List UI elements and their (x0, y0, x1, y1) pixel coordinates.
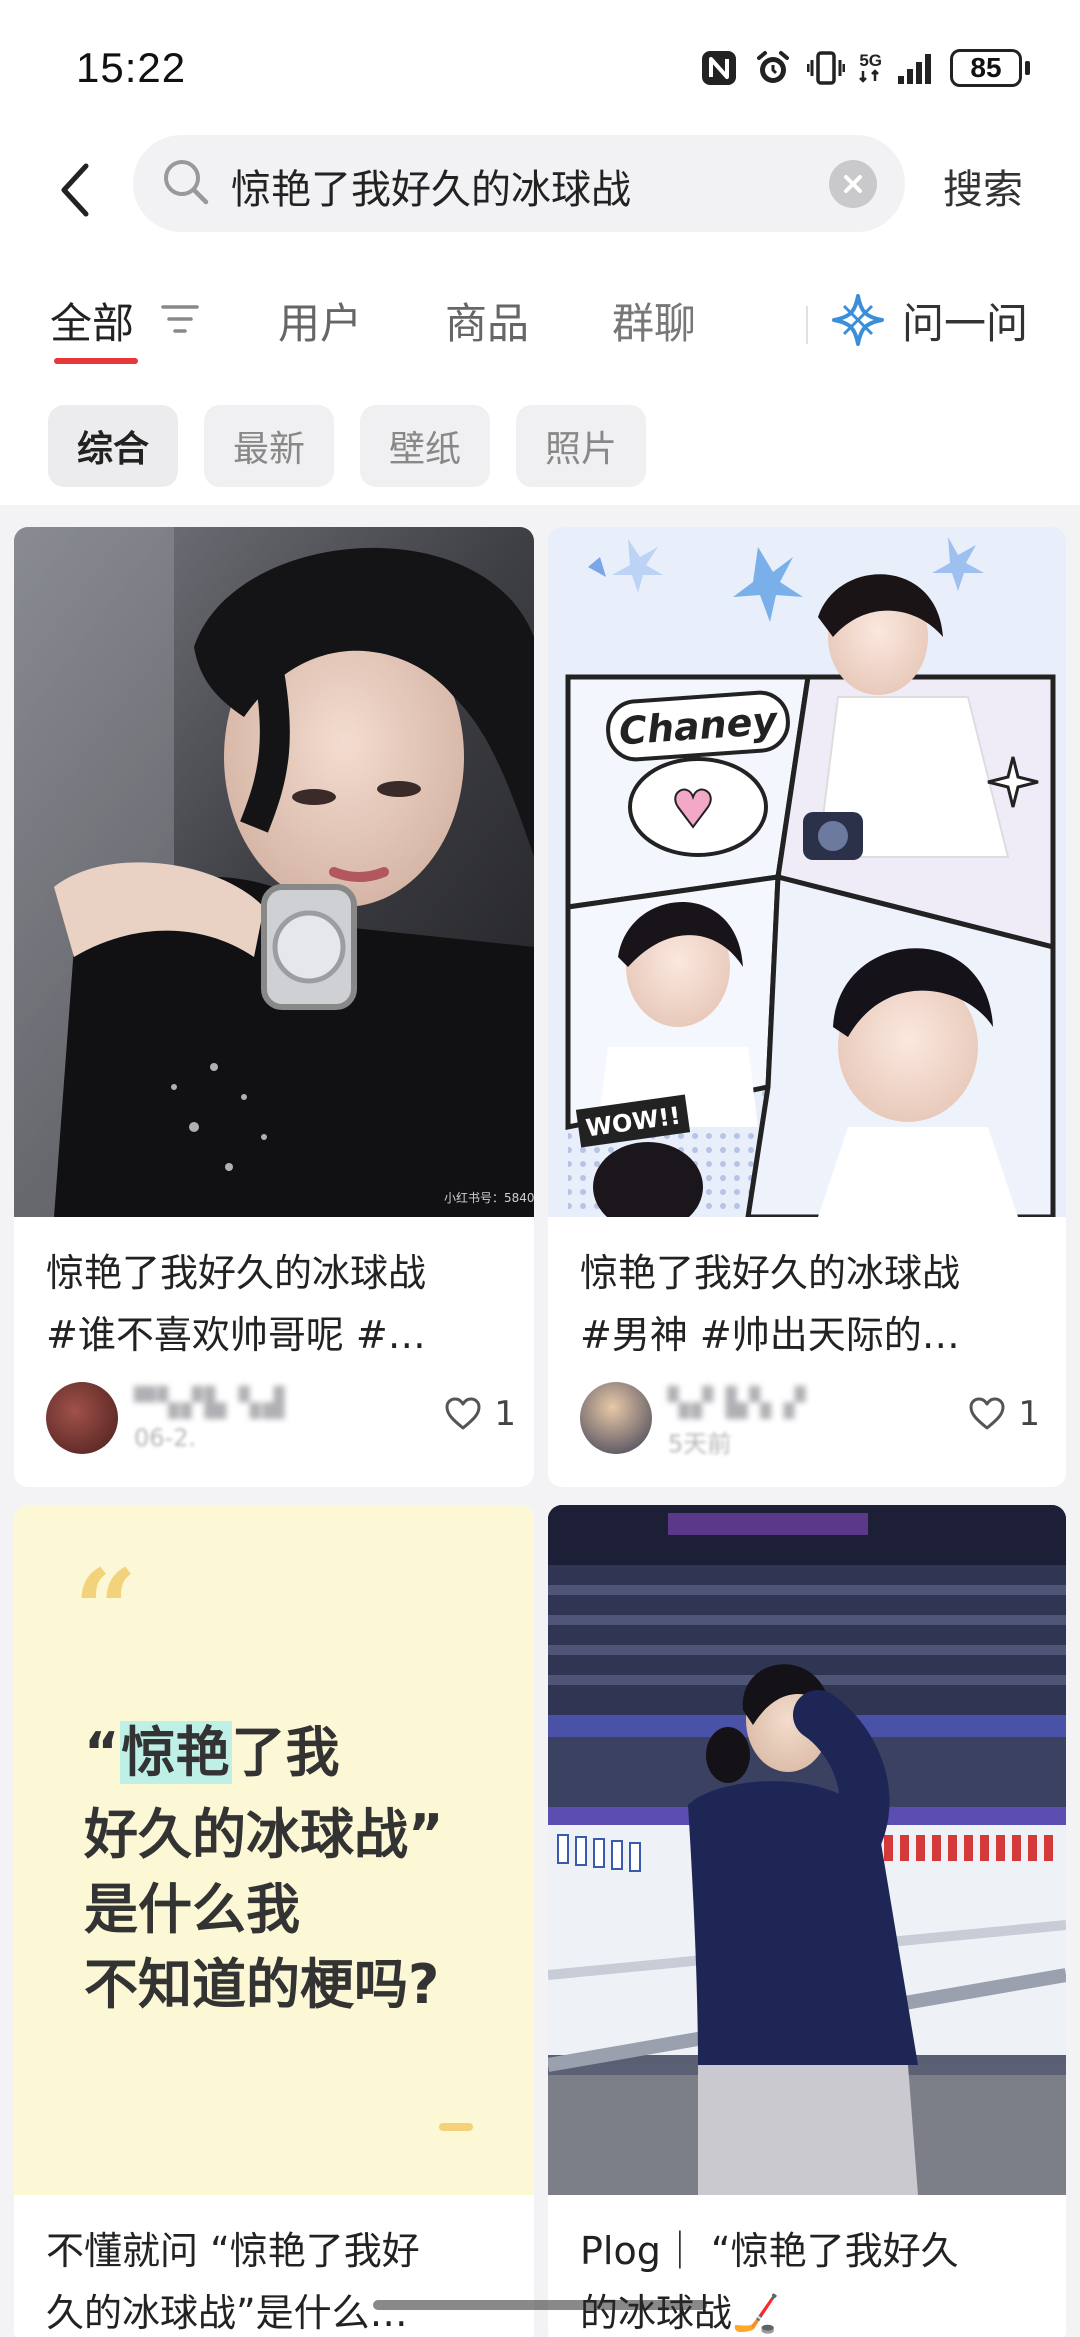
ask-button[interactable]: 问一问 (902, 290, 1028, 351)
author-row[interactable]: ▀▚▞▙ ▚▟ 06-2. 1 (46, 1382, 516, 1462)
home-indicator[interactable] (373, 2300, 707, 2310)
chip-latest[interactable]: 最新 (204, 405, 334, 487)
back-button[interactable] (50, 155, 100, 225)
decor-dash (439, 2123, 473, 2131)
card-title-line1: 惊艳了我好久的冰球战 (46, 1251, 427, 1295)
heart-icon (445, 1397, 481, 1430)
result-card[interactable]: “ “惊艳了我 好久的冰球战” 是什么我 不知道的梗吗? 不懂就问 “惊艳了我好… (14, 1505, 534, 2337)
clear-icon[interactable] (829, 160, 877, 208)
image-watermark: 小红书号：5840257 (444, 1190, 534, 1205)
quote-mark: “ (74, 1545, 138, 1674)
quote-line3: 是什么我 (84, 1878, 300, 1941)
avatar[interactable] (46, 1382, 118, 1454)
status-bar: 15:22 5G 85 (0, 0, 1080, 135)
status-time: 15:22 (76, 44, 187, 91)
results-feed: 小红书号：5840257 惊艳了我好久的冰球战 #谁不喜欢帅哥呢 #… ▀▚▞▙… (0, 505, 1080, 2337)
like-count: 1 (1018, 1394, 1040, 1434)
search-icon (161, 157, 211, 211)
result-card[interactable]: 小红书号：5840257 惊艳了我好久的冰球战 #谁不喜欢帅哥呢 #… ▀▚▞▙… (14, 527, 534, 1487)
author-time: 5天前 (668, 1430, 732, 1458)
author-row[interactable]: ▚▞ ▙▚ ▞ 5天前 1 (580, 1382, 1040, 1462)
card-title-line1: 不懂就问 “惊艳了我好 (46, 2229, 420, 2273)
avatar[interactable] (580, 1382, 652, 1454)
card-title-line1: Plog｜ “惊艳了我好久 (580, 2229, 959, 2273)
sparkle-icon[interactable] (830, 292, 886, 352)
nfc-icon (699, 48, 739, 88)
vibrate-icon (807, 48, 846, 88)
card-image[interactable]: Chaney WOW!! (548, 527, 1066, 1217)
alarm-icon (753, 48, 793, 88)
card-title-line1: 惊艳了我好久的冰球战 (580, 1251, 961, 1295)
tab-users[interactable]: 用户 (278, 290, 362, 351)
network-type: 5G (859, 52, 882, 83)
author-name[interactable]: ▀▚▞▙ ▚▟ (134, 1386, 286, 1419)
chip-wallpaper[interactable]: 壁纸 (360, 405, 490, 487)
battery-level: 85 (950, 49, 1022, 87)
card-title-line2: #男神 #帅出天际的… (580, 1313, 960, 1357)
heart-icon (969, 1397, 1005, 1430)
search-input[interactable]: 惊艳了我好久的冰球战 (133, 135, 905, 232)
active-tab-indicator (54, 358, 138, 364)
result-card[interactable]: Chaney WOW!! 惊艳了我好久的冰球战 #男神 #帅出天际的… ▚▞ ▙… (548, 527, 1066, 1487)
card-title-line2: #谁不喜欢帅哥呢 #… (46, 1313, 426, 1357)
quote-line1: “惊艳了我 (84, 1721, 340, 1784)
quote-line2: 好久的冰球战” (84, 1803, 444, 1866)
like-count: 1 (494, 1394, 516, 1434)
quote-highlight: 惊艳 (119, 1721, 232, 1784)
battery-icon: 85 (950, 49, 1030, 87)
like-button[interactable]: 1 (444, 1394, 516, 1434)
result-card[interactable]: Plog｜ “惊艳了我好久 的冰球战🏒 (548, 1505, 1066, 2337)
tab-products[interactable]: 商品 (445, 290, 529, 351)
tab-all[interactable]: 全部 (50, 290, 134, 351)
search-query[interactable]: 惊艳了我好久的冰球战 (231, 157, 631, 215)
card-image[interactable]: “ “惊艳了我 好久的冰球战” 是什么我 不知道的梗吗? (14, 1505, 534, 2195)
result-tabs: 全部 用户 商品 群聊 问一问 (0, 260, 1080, 385)
author-name[interactable]: ▚▞ ▙▚ ▞ (668, 1386, 807, 1419)
signal-icon (896, 50, 936, 86)
tab-group-chat[interactable]: 群聊 (612, 290, 696, 351)
back-icon (61, 163, 89, 217)
status-icons: 5G 85 (699, 46, 1030, 90)
chip-comprehensive[interactable]: 综合 (48, 405, 178, 487)
like-button[interactable]: 1 (968, 1394, 1040, 1434)
chip-photos[interactable]: 照片 (516, 405, 646, 487)
search-button[interactable]: 搜索 (943, 157, 1023, 215)
card-title-line2: 久的冰球战”是什么… (46, 2291, 408, 2335)
filter-icon[interactable] (160, 302, 200, 340)
author-time: 06-2. (134, 1424, 197, 1452)
search-header: 惊艳了我好久的冰球战 搜索 (0, 135, 1080, 260)
quote-line4: 不知道的梗吗? (84, 1953, 440, 2016)
card-image[interactable] (548, 1505, 1066, 2195)
card-image[interactable]: 小红书号：5840257 (14, 527, 534, 1217)
filter-chips: 综合 最新 壁纸 照片 (0, 385, 1080, 505)
tab-divider (806, 306, 808, 344)
